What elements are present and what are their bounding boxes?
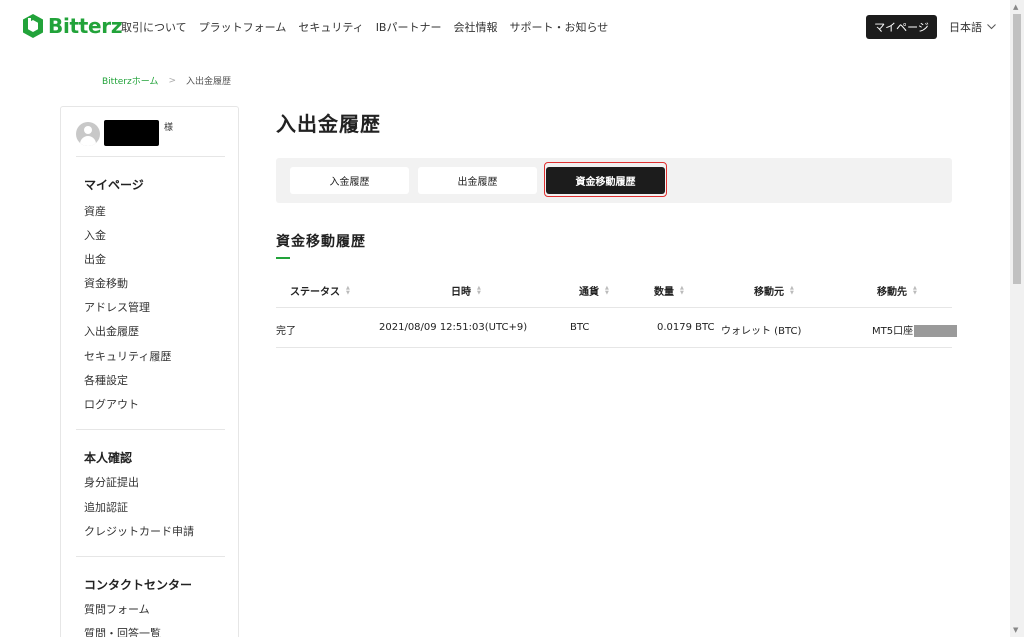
column-header-status[interactable]: ステータス ▲ ▼ bbox=[290, 283, 350, 298]
table-row-divider bbox=[276, 347, 952, 348]
chevron-down-icon bbox=[987, 24, 996, 30]
sidebar-item-address-management[interactable]: アドレス管理 bbox=[84, 299, 150, 315]
sidebar: 様 マイページ 資産 入金 出金 資金移動 アドレス管理 入出金履歴 セキュリテ… bbox=[60, 106, 239, 637]
sidebar-section-mypage-title: マイページ bbox=[84, 178, 144, 192]
nav-company[interactable]: 会社情報 bbox=[453, 19, 497, 35]
language-label: 日本語 bbox=[949, 21, 982, 34]
nav-trading[interactable]: 取引について bbox=[121, 19, 187, 35]
column-header-label: 移動元 bbox=[754, 287, 784, 298]
column-header-amount[interactable]: 数量 ▲ ▼ bbox=[654, 283, 684, 298]
cell-amount: 0.0179 BTC bbox=[657, 322, 715, 333]
section-title: 資金移動履歴 bbox=[276, 234, 366, 250]
bitterz-logo-icon bbox=[23, 14, 43, 38]
sidebar-section-identity-title: 本人確認 bbox=[84, 451, 133, 465]
sidebar-item-fund-transfer[interactable]: 資金移動 bbox=[84, 275, 128, 291]
sidebar-item-history[interactable]: 入出金履歴 bbox=[84, 323, 139, 339]
cell-source: ウォレット (BTC) bbox=[721, 326, 802, 337]
sidebar-divider bbox=[76, 156, 225, 157]
redacted-account-number bbox=[914, 325, 958, 337]
page-title: 入出金履歴 bbox=[276, 112, 381, 136]
sort-icon: ▲ ▼ bbox=[605, 284, 609, 296]
main-nav: 取引について プラットフォーム セキュリティ IBパートナー 会社情報 サポート… bbox=[121, 19, 620, 35]
nav-security[interactable]: セキュリティ bbox=[298, 19, 363, 35]
nav-platform[interactable]: プラットフォーム bbox=[199, 19, 287, 35]
sidebar-item-settings[interactable]: 各種設定 bbox=[84, 372, 128, 388]
active-tab-highlight bbox=[544, 162, 667, 197]
column-header-label: 数量 bbox=[654, 287, 674, 298]
column-header-datetime[interactable]: 日時 ▲ ▼ bbox=[451, 283, 481, 298]
column-header-label: 通貨 bbox=[579, 287, 599, 298]
brand-name: Bitterz bbox=[48, 14, 123, 38]
sidebar-divider bbox=[76, 429, 225, 430]
sidebar-item-question-form[interactable]: 質問フォーム bbox=[84, 601, 150, 617]
column-header-source[interactable]: 移動元 ▲ ▼ bbox=[754, 283, 794, 298]
cell-datetime: 2021/08/09 12:51:03(UTC+9) bbox=[379, 322, 528, 333]
sort-icon: ▲ ▼ bbox=[913, 284, 917, 296]
breadcrumb-home-link[interactable]: Bitterzホーム bbox=[102, 74, 158, 87]
breadcrumb: Bitterzホーム > 入出金履歴 bbox=[102, 74, 231, 88]
sort-icon: ▲ ▼ bbox=[346, 284, 350, 296]
cell-status: 完了 bbox=[276, 326, 296, 337]
table-header-divider bbox=[276, 307, 952, 308]
destination-label: MT5口座 bbox=[872, 326, 914, 337]
sidebar-item-deposit[interactable]: 入金 bbox=[84, 227, 106, 243]
mypage-button[interactable]: マイページ bbox=[866, 15, 937, 39]
column-header-label: 移動先 bbox=[877, 287, 907, 298]
sidebar-item-id-submission[interactable]: 身分証提出 bbox=[84, 474, 139, 490]
column-header-label: ステータス bbox=[290, 287, 340, 298]
scrollbar-thumb[interactable] bbox=[1013, 14, 1021, 284]
user-info: 様 bbox=[76, 120, 173, 146]
sort-icon: ▲ ▼ bbox=[680, 284, 684, 296]
sidebar-divider bbox=[76, 556, 225, 557]
honorific-label: 様 bbox=[164, 123, 174, 133]
sidebar-item-logout[interactable]: ログアウト bbox=[84, 396, 139, 412]
sidebar-item-withdraw[interactable]: 出金 bbox=[84, 251, 106, 267]
redacted-user-name bbox=[104, 120, 159, 146]
column-header-currency[interactable]: 通貨 ▲ ▼ bbox=[579, 283, 609, 298]
sidebar-item-faq[interactable]: 質問・回答一覧 bbox=[84, 625, 161, 637]
sort-icon: ▲ ▼ bbox=[790, 284, 794, 296]
brand-logo[interactable]: Bitterz bbox=[22, 13, 123, 39]
sidebar-item-security-history[interactable]: セキュリティ履歴 bbox=[84, 348, 171, 364]
cell-currency: BTC bbox=[570, 322, 590, 333]
language-selector[interactable]: 日本語 bbox=[949, 19, 996, 35]
tab-deposit-history[interactable]: 入金履歴 bbox=[290, 167, 409, 194]
sidebar-section-contact-title: コンタクトセンター bbox=[84, 578, 193, 592]
sidebar-item-credit-card[interactable]: クレジットカード申請 bbox=[84, 523, 194, 539]
breadcrumb-current: 入出金履歴 bbox=[185, 77, 231, 87]
column-header-destination[interactable]: 移動先 ▲ ▼ bbox=[877, 283, 917, 298]
breadcrumb-separator-icon: > bbox=[168, 75, 176, 86]
nav-support[interactable]: サポート・お知らせ bbox=[509, 19, 608, 35]
top-header: Bitterz 取引について プラットフォーム セキュリティ IBパートナー 会… bbox=[0, 0, 1010, 54]
avatar-icon bbox=[76, 122, 100, 146]
scroll-up-icon[interactable]: ▲ bbox=[1013, 3, 1018, 11]
scroll-down-icon[interactable]: ▼ bbox=[1013, 626, 1018, 634]
sort-icon: ▲ ▼ bbox=[477, 284, 481, 296]
cell-destination: MT5口座 bbox=[872, 322, 958, 337]
section-underline bbox=[276, 257, 290, 259]
column-header-label: 日時 bbox=[451, 287, 471, 298]
sidebar-item-additional-auth[interactable]: 追加認証 bbox=[84, 499, 128, 515]
tab-withdraw-history[interactable]: 出金履歴 bbox=[418, 167, 537, 194]
sidebar-item-assets[interactable]: 資産 bbox=[84, 203, 106, 219]
nav-ib-partner[interactable]: IBパートナー bbox=[376, 19, 442, 35]
